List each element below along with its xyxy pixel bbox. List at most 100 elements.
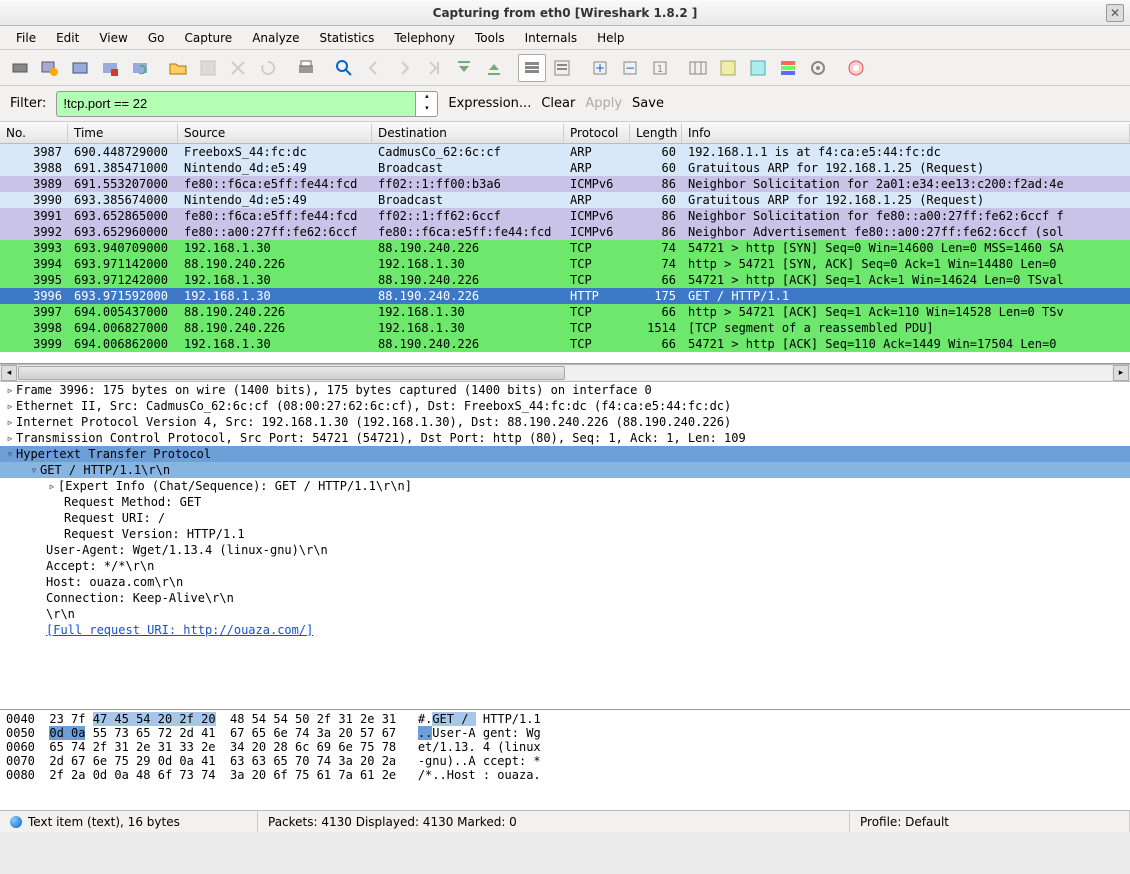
col-header-time[interactable]: Time xyxy=(68,124,178,142)
menu-edit[interactable]: Edit xyxy=(48,29,87,47)
menu-go[interactable]: Go xyxy=(140,29,173,47)
packet-row[interactable]: 3990693.385674000Nintendo_4d:e5:49Broadc… xyxy=(0,192,1130,208)
options-icon[interactable] xyxy=(36,54,64,82)
detail-user-agent[interactable]: User-Agent: Wget/1.13.4 (linux-gnu)\r\n xyxy=(0,542,1130,558)
packet-row[interactable]: 3989691.553207000fe80::f6ca:e5ff:fe44:fc… xyxy=(0,176,1130,192)
scroll-thumb[interactable] xyxy=(18,366,565,380)
go-first-icon[interactable] xyxy=(450,54,478,82)
titlebar: Capturing from eth0 [Wireshark 1.8.2 ] ✕ xyxy=(0,0,1130,26)
menu-capture[interactable]: Capture xyxy=(176,29,240,47)
auto-scroll-icon[interactable] xyxy=(548,54,576,82)
save-filter-button[interactable]: Save xyxy=(632,96,664,111)
packet-list-header[interactable]: No. Time Source Destination Protocol Len… xyxy=(0,122,1130,144)
apply-button[interactable]: Apply xyxy=(585,96,622,111)
detail-expert[interactable]: ▹[Expert Info (Chat/Sequence): GET / HTT… xyxy=(0,478,1130,494)
filter-label: Filter: xyxy=(10,96,46,111)
scroll-right-icon[interactable]: ▸ xyxy=(1113,365,1129,381)
restart-capture-icon[interactable] xyxy=(126,54,154,82)
detail-host[interactable]: Host: ouaza.com\r\n xyxy=(0,574,1130,590)
packet-row[interactable]: 3993693.940709000192.168.1.3088.190.240.… xyxy=(0,240,1130,256)
menu-analyze[interactable]: Analyze xyxy=(244,29,307,47)
display-filters-icon[interactable] xyxy=(744,54,772,82)
svg-text:+: + xyxy=(595,61,605,75)
preferences-icon[interactable] xyxy=(804,54,832,82)
zoom-in-icon[interactable]: + xyxy=(586,54,614,82)
status-packets: Packets: 4130 Displayed: 4130 Marked: 0 xyxy=(258,811,850,832)
detail-tcp[interactable]: ▹Transmission Control Protocol, Src Port… xyxy=(0,430,1130,446)
clear-button[interactable]: Clear xyxy=(541,96,575,111)
svg-text:−: − xyxy=(625,61,635,75)
packet-list[interactable]: No. Time Source Destination Protocol Len… xyxy=(0,122,1130,364)
scroll-left-icon[interactable]: ◂ xyxy=(1,365,17,381)
col-header-no[interactable]: No. xyxy=(0,124,68,142)
menu-internals[interactable]: Internals xyxy=(517,29,586,47)
detail-full-uri[interactable]: [Full request URI: http://ouaza.com/] xyxy=(0,622,1130,638)
interfaces-icon[interactable] xyxy=(6,54,34,82)
packet-row[interactable]: 3992693.652960000fe80::a00:27ff:fe62:6cc… xyxy=(0,224,1130,240)
expression-button[interactable]: Expression... xyxy=(448,96,531,111)
help-icon[interactable] xyxy=(842,54,870,82)
stop-capture-icon[interactable] xyxy=(96,54,124,82)
detail-connection[interactable]: Connection: Keep-Alive\r\n xyxy=(0,590,1130,606)
print-icon[interactable] xyxy=(292,54,320,82)
zoom-normal-icon[interactable]: 1 xyxy=(646,54,674,82)
col-header-destination[interactable]: Destination xyxy=(372,124,564,142)
packet-row[interactable]: 3999694.006862000192.168.1.3088.190.240.… xyxy=(0,336,1130,352)
detail-accept[interactable]: Accept: */*\r\n xyxy=(0,558,1130,574)
statusbar: Text item (text), 16 bytes Packets: 4130… xyxy=(0,810,1130,832)
toolbar: + − 1 xyxy=(0,50,1130,86)
open-file-icon[interactable] xyxy=(164,54,192,82)
detail-crlf[interactable]: \r\n xyxy=(0,606,1130,622)
detail-ip[interactable]: ▹Internet Protocol Version 4, Src: 192.1… xyxy=(0,414,1130,430)
capture-filters-icon[interactable] xyxy=(714,54,742,82)
packet-details[interactable]: ▹Frame 3996: 175 bytes on wire (1400 bit… xyxy=(0,382,1130,710)
packet-row[interactable]: 3988691.385471000Nintendo_4d:e5:49Broadc… xyxy=(0,160,1130,176)
menu-file[interactable]: File xyxy=(8,29,44,47)
packet-row[interactable]: 3994693.97114200088.190.240.226192.168.1… xyxy=(0,256,1130,272)
packet-row[interactable]: 3987690.448729000FreeboxS_44:fc:dcCadmus… xyxy=(0,144,1130,160)
capture-led-icon[interactable] xyxy=(10,816,22,828)
go-forward-icon[interactable] xyxy=(390,54,418,82)
hscrollbar[interactable]: ◂ ▸ xyxy=(0,364,1130,382)
zoom-out-icon[interactable]: − xyxy=(616,54,644,82)
packet-row[interactable]: 3995693.971242000192.168.1.3088.190.240.… xyxy=(0,272,1130,288)
resize-columns-icon[interactable] xyxy=(684,54,712,82)
menu-help[interactable]: Help xyxy=(589,29,632,47)
menu-telephony[interactable]: Telephony xyxy=(386,29,463,47)
filter-dropdown-button[interactable]: ▴▾ xyxy=(416,91,438,117)
packet-row[interactable]: 3998694.00682700088.190.240.226192.168.1… xyxy=(0,320,1130,336)
go-to-packet-icon[interactable] xyxy=(420,54,448,82)
detail-frame[interactable]: ▹Frame 3996: 175 bytes on wire (1400 bit… xyxy=(0,382,1130,398)
menu-view[interactable]: View xyxy=(91,29,135,47)
colorize-icon[interactable] xyxy=(518,54,546,82)
detail-method[interactable]: Request Method: GET xyxy=(0,494,1130,510)
detail-version[interactable]: Request Version: HTTP/1.1 xyxy=(0,526,1130,542)
menu-tools[interactable]: Tools xyxy=(467,29,513,47)
find-icon[interactable] xyxy=(330,54,358,82)
detail-get-line[interactable]: ▿GET / HTTP/1.1\r\n xyxy=(0,462,1130,478)
packet-row[interactable]: 3991693.652865000fe80::f6ca:e5ff:fe44:fc… xyxy=(0,208,1130,224)
window-title: Capturing from eth0 [Wireshark 1.8.2 ] xyxy=(433,6,698,20)
save-file-icon[interactable] xyxy=(194,54,222,82)
svg-text:1: 1 xyxy=(657,64,663,75)
col-header-length[interactable]: Length xyxy=(630,124,682,142)
go-last-icon[interactable] xyxy=(480,54,508,82)
close-button[interactable]: ✕ xyxy=(1106,4,1124,22)
packet-row[interactable]: 3997694.00543700088.190.240.226192.168.1… xyxy=(0,304,1130,320)
coloring-rules-icon[interactable] xyxy=(774,54,802,82)
reload-icon[interactable] xyxy=(254,54,282,82)
col-header-protocol[interactable]: Protocol xyxy=(564,124,630,142)
col-header-info[interactable]: Info xyxy=(682,124,1130,142)
col-header-source[interactable]: Source xyxy=(178,124,372,142)
detail-uri[interactable]: Request URI: / xyxy=(0,510,1130,526)
hex-dump[interactable]: 0040 23 7f 47 45 54 20 2f 20 48 54 54 50… xyxy=(0,710,1130,810)
menu-statistics[interactable]: Statistics xyxy=(311,29,382,47)
packet-row[interactable]: 3996693.971592000192.168.1.3088.190.240.… xyxy=(0,288,1130,304)
go-back-icon[interactable] xyxy=(360,54,388,82)
start-capture-icon[interactable] xyxy=(66,54,94,82)
close-file-icon[interactable] xyxy=(224,54,252,82)
detail-http[interactable]: ▿Hypertext Transfer Protocol xyxy=(0,446,1130,462)
detail-ethernet[interactable]: ▹Ethernet II, Src: CadmusCo_62:6c:cf (08… xyxy=(0,398,1130,414)
filter-input[interactable] xyxy=(56,91,416,117)
status-profile[interactable]: Profile: Default xyxy=(850,811,1130,832)
